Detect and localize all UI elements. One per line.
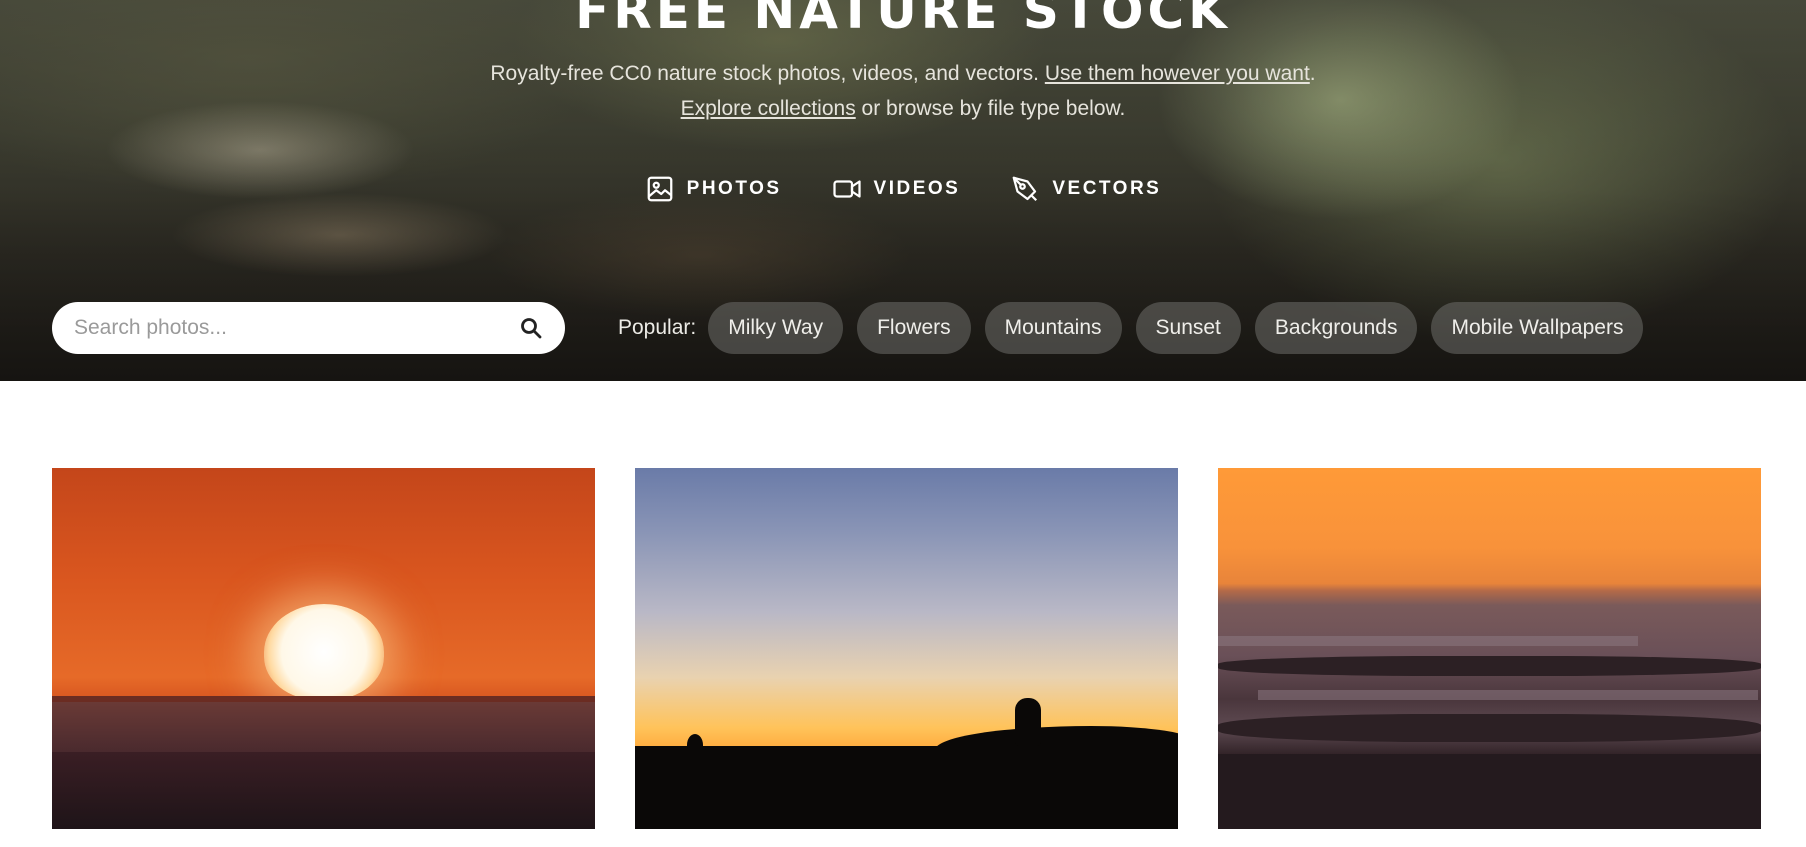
photo-water-band	[1258, 690, 1758, 700]
pen-tool-icon	[1012, 176, 1038, 202]
popular-tags: Popular: Milky Way Flowers Mountains Sun…	[618, 302, 1644, 354]
search-bar	[52, 302, 565, 354]
photo-card-sun-over-islands[interactable]	[52, 468, 595, 829]
collections-text: or browse by file type below.	[855, 97, 1126, 120]
tag-backgrounds[interactable]: Backgrounds	[1254, 302, 1418, 354]
photos-link[interactable]: PHOTOS	[645, 174, 782, 204]
tag-milky-way[interactable]: Milky Way	[708, 302, 844, 354]
explore-collections-link[interactable]: Explore collections	[681, 97, 856, 120]
search-input[interactable]	[74, 316, 519, 340]
image-icon	[647, 176, 673, 202]
hero-subtitle: Royalty-free CC0 nature stock photos, vi…	[0, 62, 1806, 86]
vectors-link[interactable]: VECTORS	[1010, 174, 1161, 204]
hero-banner: FREE NATURE STOCK Royalty-free CC0 natur…	[0, 0, 1806, 381]
photo-land	[52, 752, 595, 829]
videos-link[interactable]: VIDEOS	[832, 174, 961, 204]
photo-couple-silhouette	[1015, 698, 1041, 746]
photo-card-orange-islands[interactable]	[1218, 468, 1761, 829]
file-type-nav: PHOTOS VIDEOS VECTORS	[0, 174, 1806, 204]
subtitle-text: Royalty-free CC0 nature stock photos, vi…	[490, 62, 1045, 85]
photo-water-band	[1218, 636, 1638, 646]
subtitle-end: .	[1309, 62, 1316, 85]
videos-label: VIDEOS	[873, 178, 961, 199]
tag-sunset[interactable]: Sunset	[1135, 302, 1241, 354]
photo-forest	[1218, 754, 1761, 829]
tag-mountains[interactable]: Mountains	[984, 302, 1122, 354]
photo-ground	[635, 746, 1178, 829]
video-camera-icon	[832, 180, 861, 198]
popular-label: Popular:	[618, 316, 697, 339]
hero-collections-line: Explore collections or browse by file ty…	[0, 97, 1806, 121]
photo-island	[1218, 656, 1761, 676]
search-icon[interactable]	[519, 316, 543, 340]
photo-grid	[52, 468, 1761, 829]
photo-card-couple-silhouette[interactable]	[635, 468, 1178, 829]
tag-flowers[interactable]: Flowers	[857, 302, 971, 354]
license-link[interactable]: Use them however you want	[1045, 62, 1310, 85]
page-title: FREE NATURE STOCK	[575, 0, 1231, 40]
photo-sun	[264, 604, 384, 700]
vectors-label: VECTORS	[1052, 178, 1162, 199]
photo-water	[52, 702, 595, 752]
tag-mobile-wallpapers[interactable]: Mobile Wallpapers	[1431, 302, 1644, 354]
photo-island	[1218, 714, 1761, 742]
photos-label: PHOTOS	[686, 178, 782, 199]
